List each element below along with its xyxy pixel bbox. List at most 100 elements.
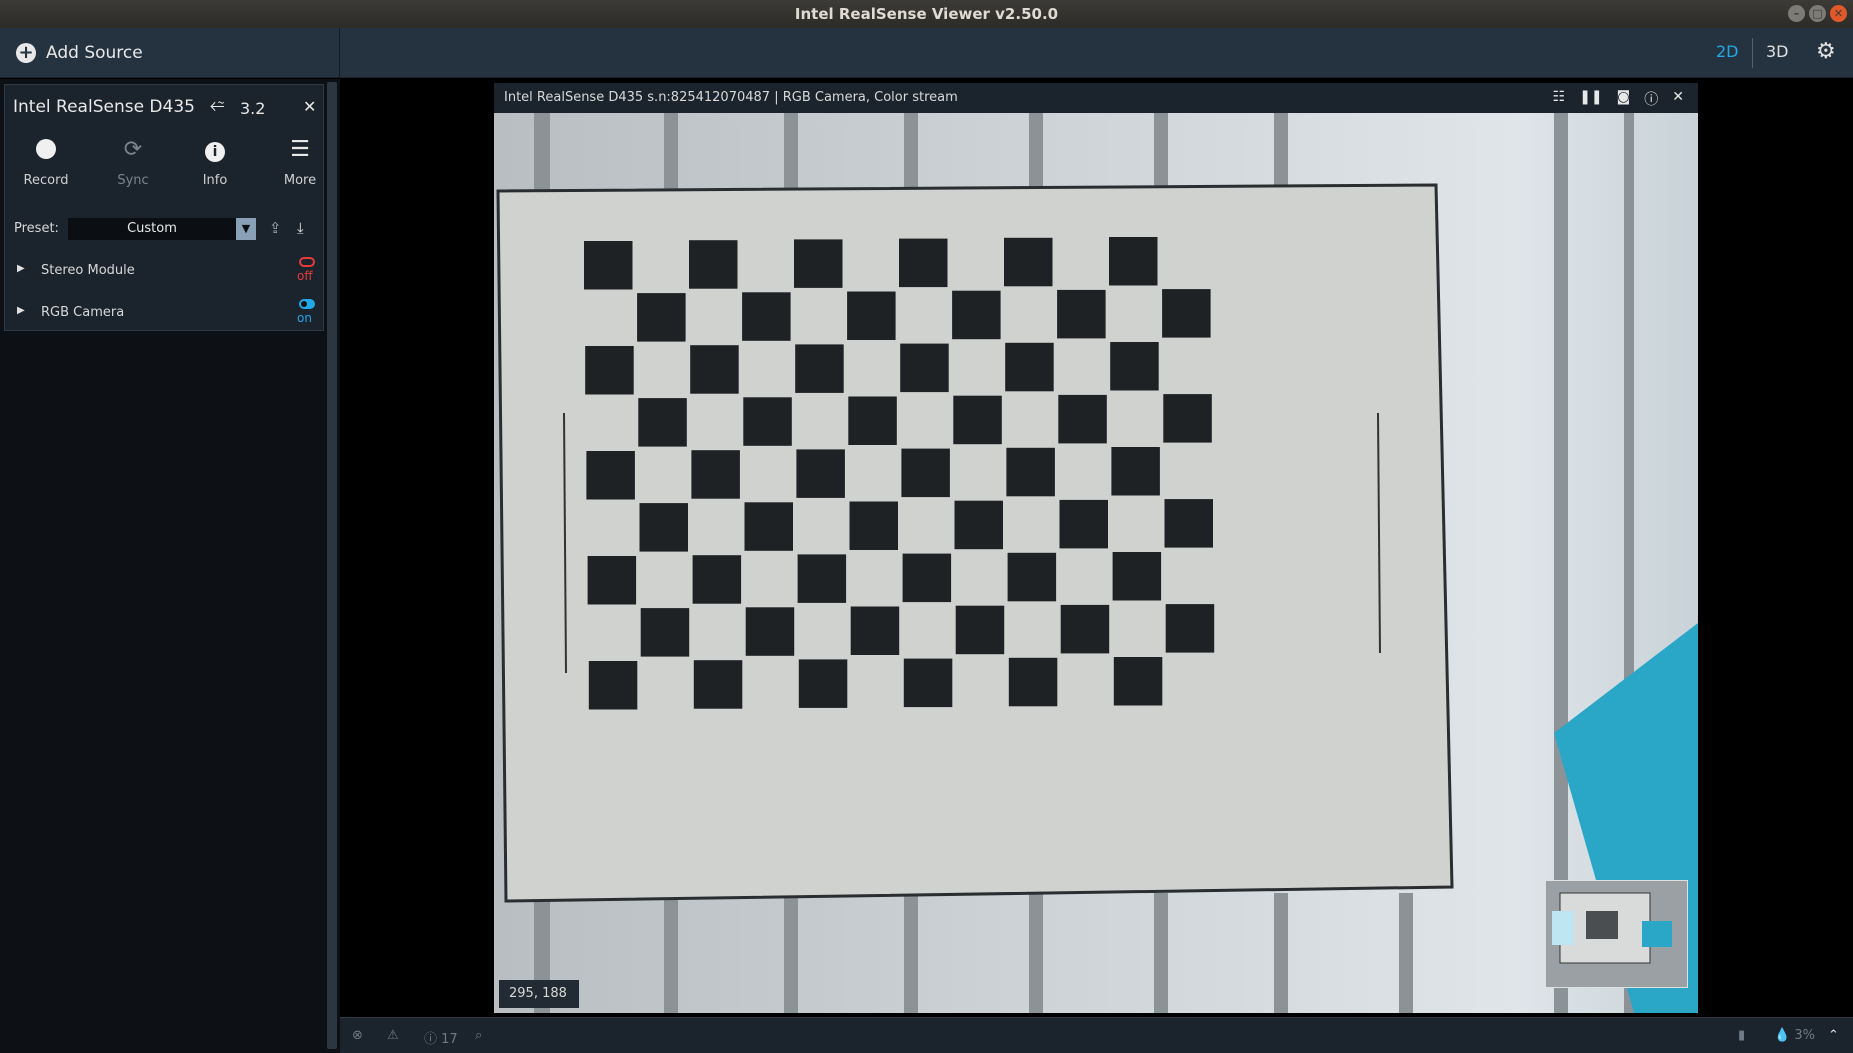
checker-square [1005, 342, 1054, 392]
record-icon [11, 137, 81, 165]
battery-icon: ▮ [1738, 1028, 1746, 1043]
window-title: Intel RealSense Viewer v2.50.0 [794, 5, 1059, 23]
pause-icon[interactable]: ❚❚ [1579, 89, 1602, 109]
checker-square [1059, 499, 1108, 549]
checker-square [692, 555, 742, 604]
clear-log-icon[interactable]: ⊗ [352, 1028, 363, 1043]
checker-square [1109, 237, 1158, 286]
checker-square [744, 502, 793, 551]
checker-square [1112, 552, 1162, 601]
checker-square [1007, 552, 1057, 602]
upload-preset-icon[interactable]: ⇪ [269, 219, 282, 237]
checker-square [587, 556, 637, 605]
checker-square [1060, 604, 1110, 654]
checker-square [1165, 604, 1215, 653]
rgb-camera-state: on [297, 311, 312, 325]
checker-square [584, 241, 633, 290]
mode-divider [1752, 38, 1753, 68]
checker-square [585, 346, 634, 395]
checker-square [796, 449, 845, 498]
sync-label: Sync [117, 173, 149, 188]
record-button[interactable]: Record [11, 137, 81, 188]
checker-square [639, 503, 688, 552]
camera-snapshot-icon[interactable]: ◙ [1617, 89, 1631, 109]
info-icon[interactable]: ⓘ [1644, 89, 1658, 109]
record-label: Record [23, 173, 69, 188]
checker-square [1008, 657, 1058, 707]
checker-square [690, 345, 739, 394]
remove-device-button[interactable]: ✕ [303, 97, 316, 116]
stream-minimap[interactable] [1545, 880, 1688, 988]
checker-square [691, 450, 740, 499]
checker-square [638, 398, 687, 447]
sensor-name: RGB Camera [41, 305, 125, 320]
minimap-thumbnail [1546, 881, 1687, 987]
checker-square [903, 658, 953, 708]
mode-2d-toggle[interactable]: 2D [1716, 42, 1739, 61]
cpu-usage: 💧 3% [1774, 1028, 1815, 1043]
expand-arrow-icon[interactable]: ▶ [17, 305, 25, 316]
checker-square [952, 290, 1001, 340]
checker-square [1113, 657, 1163, 706]
close-window-button[interactable]: ✕ [1830, 5, 1847, 22]
checker-square [1006, 447, 1055, 497]
checker-square [902, 553, 952, 603]
rgb-camera-toggle[interactable] [299, 299, 315, 309]
info-log-icon[interactable]: ⓘ 17 [424, 1028, 458, 1047]
stream-options-icon[interactable]: ☷ [1553, 89, 1566, 109]
checker-square [953, 395, 1002, 445]
checker-square [640, 608, 690, 657]
sensor-row-rgb-camera[interactable]: ▶ RGB Camera on [13, 299, 319, 335]
device-name: Intel RealSense D435 [13, 97, 195, 117]
checker-square [1111, 447, 1160, 496]
add-source-button[interactable]: + Add Source [0, 28, 340, 78]
window-title-bar: Intel RealSense Viewer v2.50.0 – □ ✕ [0, 0, 1853, 28]
panel-scrollbar[interactable] [327, 82, 337, 1049]
sensor-row-stereo-module[interactable]: ▶ Stereo Module off [13, 257, 319, 293]
preset-value: Custom [127, 221, 177, 236]
close-stream-icon[interactable]: ✕ [1672, 89, 1684, 109]
settings-gear-icon[interactable]: ⚙ [1816, 39, 1836, 64]
usb-icon: ⭉ [210, 95, 225, 116]
stream-header: Intel RealSense D435 s.n:825412070487 | … [494, 83, 1698, 113]
more-button[interactable]: ☰ More [265, 137, 335, 188]
checker-square [586, 451, 635, 500]
checker-square [1058, 394, 1107, 444]
top-toolbar: + Add Source 2D 3D ⚙ [0, 28, 1853, 78]
download-preset-icon[interactable]: ⤓ [297, 219, 304, 237]
minimize-button[interactable]: – [1788, 5, 1805, 22]
info-icon: i [180, 137, 250, 165]
checker-square [742, 292, 791, 341]
checker-square [954, 500, 1003, 550]
preset-dropdown[interactable]: Custom ▼ [68, 218, 256, 240]
stream-title: Intel RealSense D435 s.n:825412070487 | … [504, 90, 958, 105]
sync-button[interactable]: ⟳ Sync [98, 137, 168, 188]
sync-icon: ⟳ [123, 137, 143, 162]
search-icon[interactable]: ⌕ [475, 1028, 482, 1043]
checker-square [955, 605, 1005, 655]
device-card: Intel RealSense D435 ⭉ 3.2 ✕ Record ⟳ Sy… [4, 84, 324, 331]
maximize-button[interactable]: □ [1809, 5, 1826, 22]
info-button[interactable]: i Info [180, 137, 250, 188]
chevron-down-icon[interactable]: ▼ [236, 218, 256, 240]
stereo-module-state: off [297, 269, 313, 283]
plus-circle-icon: + [16, 43, 36, 63]
status-bar: ⊗ ⚠ ⓘ 17 ⌕ ▮ 💧 3% ⌃ [340, 1017, 1853, 1053]
mode-3d-toggle[interactable]: 3D [1766, 42, 1789, 61]
checker-square [745, 607, 795, 656]
pixel-coordinate-readout: 295, 188 [499, 980, 579, 1008]
usb-version: 3.2 [240, 99, 266, 118]
checker-square [794, 239, 843, 288]
preset-label: Preset: [14, 221, 59, 236]
chevron-up-icon[interactable]: ⌃ [1828, 1028, 1839, 1043]
color-stream-frame[interactable] [494, 113, 1698, 1013]
cpu-usage-value: 3% [1794, 1028, 1815, 1043]
sensor-name: Stereo Module [41, 263, 135, 278]
warning-icon[interactable]: ⚠ [387, 1028, 399, 1043]
stereo-module-toggle[interactable] [299, 257, 315, 267]
checker-square [689, 240, 738, 289]
more-label: More [283, 173, 317, 188]
expand-arrow-icon[interactable]: ▶ [17, 263, 25, 274]
checker-square [798, 659, 848, 708]
checker-square [795, 344, 844, 393]
